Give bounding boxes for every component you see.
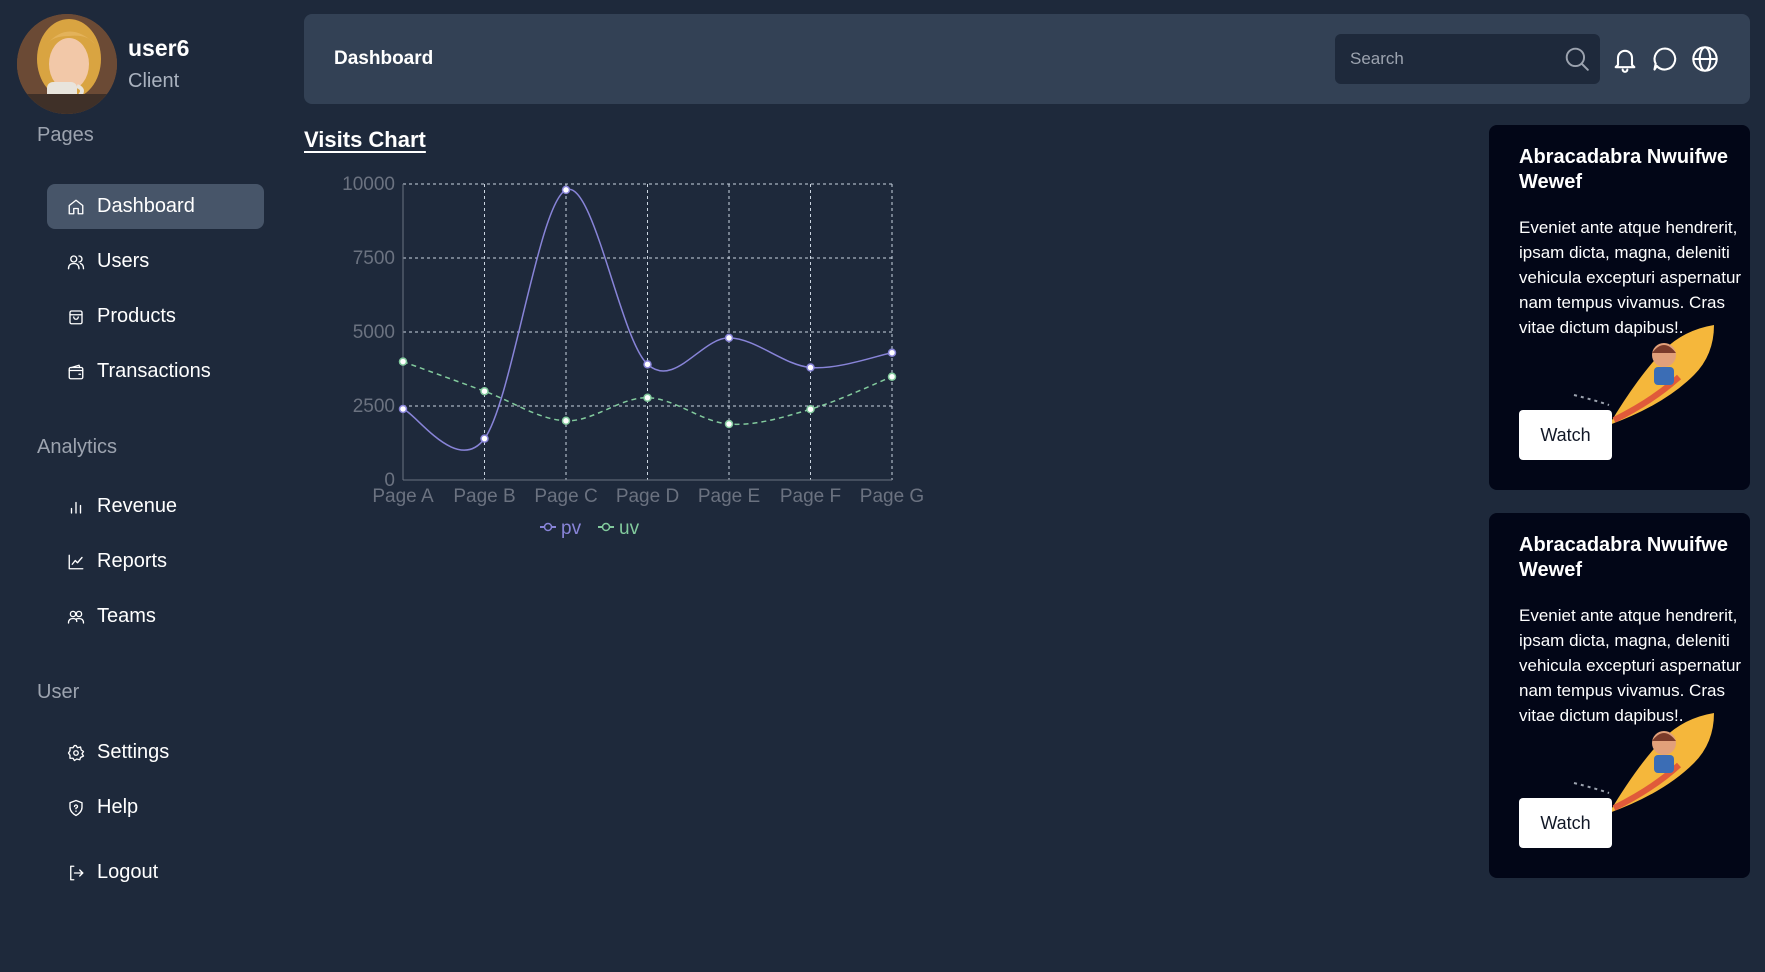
line-chart-icon: [66, 552, 86, 572]
y-tick-label: 10000: [342, 174, 395, 195]
legend-marker-dot-pv: [543, 522, 553, 532]
sidebar-item-logout[interactable]: Logout: [47, 850, 264, 895]
sidebar-item-label: Teams: [97, 605, 156, 627]
card-title: Abracadabra Nwuifwe Wewef: [1519, 146, 1728, 193]
sidebar-item-settings[interactable]: Settings: [47, 730, 264, 775]
y-tick-label: 7500: [353, 248, 395, 269]
gear-icon: [66, 743, 86, 763]
legend-marker-dot-uv: [601, 522, 611, 532]
users-icon: [66, 252, 86, 272]
sidebar-item-label: Dashboard: [97, 195, 195, 217]
x-tick-label: Page F: [780, 486, 841, 507]
data-point-pv: [561, 185, 571, 195]
bar-chart-icon: [66, 497, 86, 517]
top-header: Dashboard: [304, 14, 1750, 104]
x-tick-label: Page B: [453, 486, 515, 507]
y-tick-label: 2500: [353, 396, 395, 417]
sidebar-item-label: Products: [97, 305, 176, 327]
sidebar-item-label: Users: [97, 250, 150, 272]
search-input[interactable]: [1335, 34, 1555, 84]
x-tick-label: Page C: [534, 486, 597, 507]
card-text: Eveniet ante atque hendrerit, ipsam dict…: [1519, 606, 1742, 725]
sidebar-item-dashboard[interactable]: Dashboard: [47, 184, 264, 229]
data-point-uv: [480, 386, 489, 396]
data-point-uv: [561, 416, 571, 426]
x-tick-label: Page E: [698, 486, 760, 507]
sidebar-item-label: Reports: [97, 550, 168, 572]
watch-button[interactable]: Watch: [1519, 410, 1612, 460]
sidebar: user6 Client Pages Dashboard Users Produ…: [0, 0, 290, 972]
globe-icon[interactable]: [1691, 45, 1719, 73]
search-box: [1335, 34, 1600, 84]
search-icon[interactable]: [1564, 46, 1590, 72]
section-title-pages: Pages: [37, 124, 94, 146]
data-point-uv: [724, 419, 734, 429]
home-icon: [66, 197, 86, 217]
avatar[interactable]: [17, 14, 117, 114]
chart-title: Visits Chart: [304, 127, 426, 152]
sidebar-item-label: Transactions: [97, 360, 211, 382]
data-point-uv: [398, 357, 408, 366]
sidebar-item-transactions[interactable]: Transactions: [47, 349, 264, 394]
data-point-uv: [643, 393, 652, 402]
sidebar-item-teams[interactable]: Teams: [47, 594, 264, 639]
x-tick-label: Page D: [616, 486, 679, 507]
sidebar-item-products[interactable]: Products: [47, 294, 264, 339]
section-title-analytics: Analytics: [37, 436, 118, 458]
legend-label-uv: uv: [619, 518, 640, 539]
sidebar-item-users[interactable]: Users: [47, 239, 264, 284]
data-point-pv: [724, 333, 734, 343]
card-title: Abracadabra Nwuifwe Wewef: [1519, 534, 1728, 581]
chat-icon[interactable]: [1651, 45, 1679, 73]
sidebar-item-help[interactable]: Help: [47, 785, 264, 830]
logout-icon: [66, 863, 86, 883]
bell-icon[interactable]: [1611, 45, 1639, 73]
visits-chart-svg: 025005000750010000Page A Page B Page C Page…: [342, 174, 924, 539]
sidebar-item-reports[interactable]: Reports: [47, 539, 264, 584]
data-point-pv: [643, 360, 652, 369]
data-point-pv: [887, 348, 897, 357]
data-point-pv: [806, 363, 815, 372]
legend-label-pv: pv: [561, 518, 582, 539]
sidebar-item-label: Revenue: [97, 495, 178, 517]
data-point-uv: [806, 405, 815, 414]
data-point-uv: [887, 372, 897, 381]
sidebar-item-revenue[interactable]: Revenue: [47, 484, 264, 529]
watch-button[interactable]: Watch: [1519, 798, 1612, 848]
sidebar-item-label: Settings: [97, 741, 170, 763]
shopping-bag-icon: [66, 307, 86, 327]
sidebar-item-label: Logout: [97, 861, 159, 883]
username: user6: [128, 35, 190, 61]
promo-card: Abracadabra Nwuifwe Wewef Eveniet ante a…: [1489, 125, 1750, 490]
visits-chart: 0 2500 5000 7500 10000 Page A Page B Page C Page…: [330, 170, 940, 550]
section-title-user: User: [37, 681, 80, 703]
wallet-icon: [66, 362, 86, 382]
promo-card: Abracadabra Nwuifwe Wewef Eveniet ante a…: [1489, 513, 1750, 878]
user-profile: user6 Client: [17, 14, 189, 114]
data-point-pv: [480, 434, 489, 443]
team-icon: [66, 607, 86, 627]
sidebar-item-label: Help: [97, 796, 139, 818]
card-text: Eveniet ante atque hendrerit, ipsam dict…: [1519, 218, 1742, 337]
page-title: Dashboard: [334, 48, 434, 69]
data-point-pv: [398, 404, 408, 414]
user-role: Client: [128, 70, 180, 92]
y-tick-label: 5000: [353, 322, 395, 343]
x-tick-label: Page G: [860, 486, 924, 507]
shield-help-icon: [66, 798, 86, 818]
x-tick-label: Page A: [372, 486, 434, 507]
